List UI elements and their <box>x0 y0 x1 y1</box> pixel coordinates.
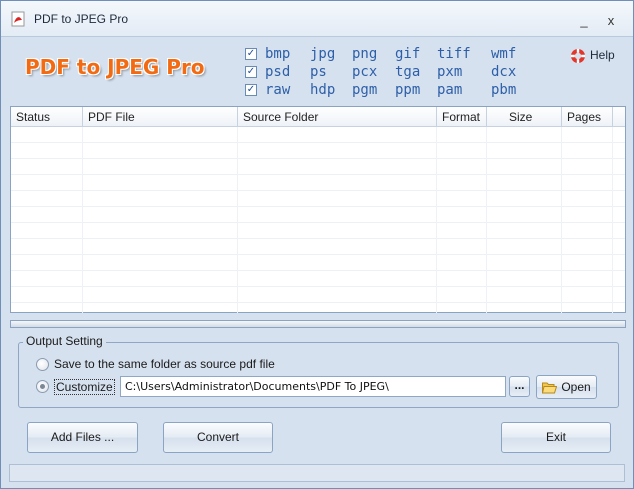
format-ppm[interactable]: ppm <box>395 82 420 98</box>
minimize-button[interactable]: _ <box>574 11 594 31</box>
lifebuoy-icon <box>571 49 585 63</box>
pdf-app-icon <box>11 11 25 27</box>
status-bar <box>9 464 625 482</box>
format-pgm[interactable]: pgm <box>352 82 377 98</box>
column-header-source-folder[interactable]: Source Folder <box>238 107 437 127</box>
exit-button[interactable]: Exit <box>501 422 611 453</box>
help-link[interactable]: Help <box>571 48 615 63</box>
same-folder-radio[interactable] <box>36 358 49 371</box>
format-row: ✓ psd ps pcx tga pxm dcx <box>245 64 545 82</box>
format-pxm[interactable]: pxm <box>437 64 462 80</box>
customize-radio[interactable] <box>36 380 49 393</box>
format-row-checkbox[interactable]: ✓ <box>245 66 257 78</box>
column-header-pages[interactable]: Pages <box>562 107 613 127</box>
format-dcx[interactable]: dcx <box>491 64 516 80</box>
convert-button[interactable]: Convert <box>163 422 273 453</box>
customize-label[interactable]: Customize <box>54 379 115 395</box>
column-divider <box>612 127 613 313</box>
column-header-pdf-file[interactable]: PDF File <box>83 107 238 127</box>
output-setting-group <box>18 342 619 408</box>
format-bmp[interactable]: bmp <box>265 46 290 62</box>
format-wmf[interactable]: wmf <box>491 46 516 62</box>
format-pbm[interactable]: pbm <box>491 82 516 98</box>
format-row: ✓ bmp jpg png gif tiff wmf <box>245 46 545 64</box>
format-row-checkbox[interactable]: ✓ <box>245 84 257 96</box>
help-label: Help <box>590 48 615 62</box>
format-row: ✓ raw hdp pgm ppm pam pbm <box>245 82 545 100</box>
format-pam[interactable]: pam <box>437 82 462 98</box>
format-png[interactable]: png <box>352 46 377 62</box>
open-label: Open <box>561 380 591 394</box>
window-title: PDF to JPEG Pro <box>34 12 129 26</box>
same-folder-label[interactable]: Save to the same folder as source pdf fi… <box>54 357 275 371</box>
title-bar: PDF to JPEG Pro _ x <box>1 1 633 37</box>
output-path-field[interactable]: C:\Users\Administrator\Documents\PDF To … <box>120 376 506 397</box>
format-jpg[interactable]: jpg <box>310 46 335 62</box>
format-row-checkbox[interactable]: ✓ <box>245 48 257 60</box>
brand-logo-text: PDF to JPEG Pro <box>25 55 205 79</box>
format-hdp[interactable]: hdp <box>310 82 335 98</box>
format-tiff[interactable]: tiff <box>437 46 471 62</box>
column-divider <box>561 127 562 313</box>
close-button[interactable]: x <box>601 11 621 31</box>
browse-button[interactable]: ... <box>509 376 530 397</box>
app-window: PDF to JPEG Pro _ x PDF to JPEG Pro ✓ bm… <box>0 0 634 489</box>
column-divider <box>436 127 437 313</box>
file-table-header: Status PDF File Source Folder Format Siz… <box>11 107 625 127</box>
horizontal-splitter[interactable] <box>10 320 626 328</box>
column-header-status[interactable]: Status <box>11 107 83 127</box>
format-gif[interactable]: gif <box>395 46 420 62</box>
output-setting-legend: Output Setting <box>23 334 106 348</box>
file-table-body <box>11 127 625 313</box>
file-table[interactable]: Status PDF File Source Folder Format Siz… <box>10 106 626 313</box>
folder-icon <box>542 382 558 394</box>
column-divider <box>82 127 83 313</box>
add-files-button[interactable]: Add Files ... <box>27 422 138 453</box>
column-divider <box>486 127 487 313</box>
format-psd[interactable]: psd <box>265 64 290 80</box>
column-header-format[interactable]: Format <box>437 107 487 127</box>
format-ps[interactable]: ps <box>310 64 327 80</box>
column-header-size[interactable]: Size <box>487 107 562 127</box>
format-pcx[interactable]: pcx <box>352 64 377 80</box>
format-tga[interactable]: tga <box>395 64 420 80</box>
column-divider <box>237 127 238 313</box>
open-folder-button[interactable]: Open <box>536 375 597 399</box>
format-raw[interactable]: raw <box>265 82 290 98</box>
